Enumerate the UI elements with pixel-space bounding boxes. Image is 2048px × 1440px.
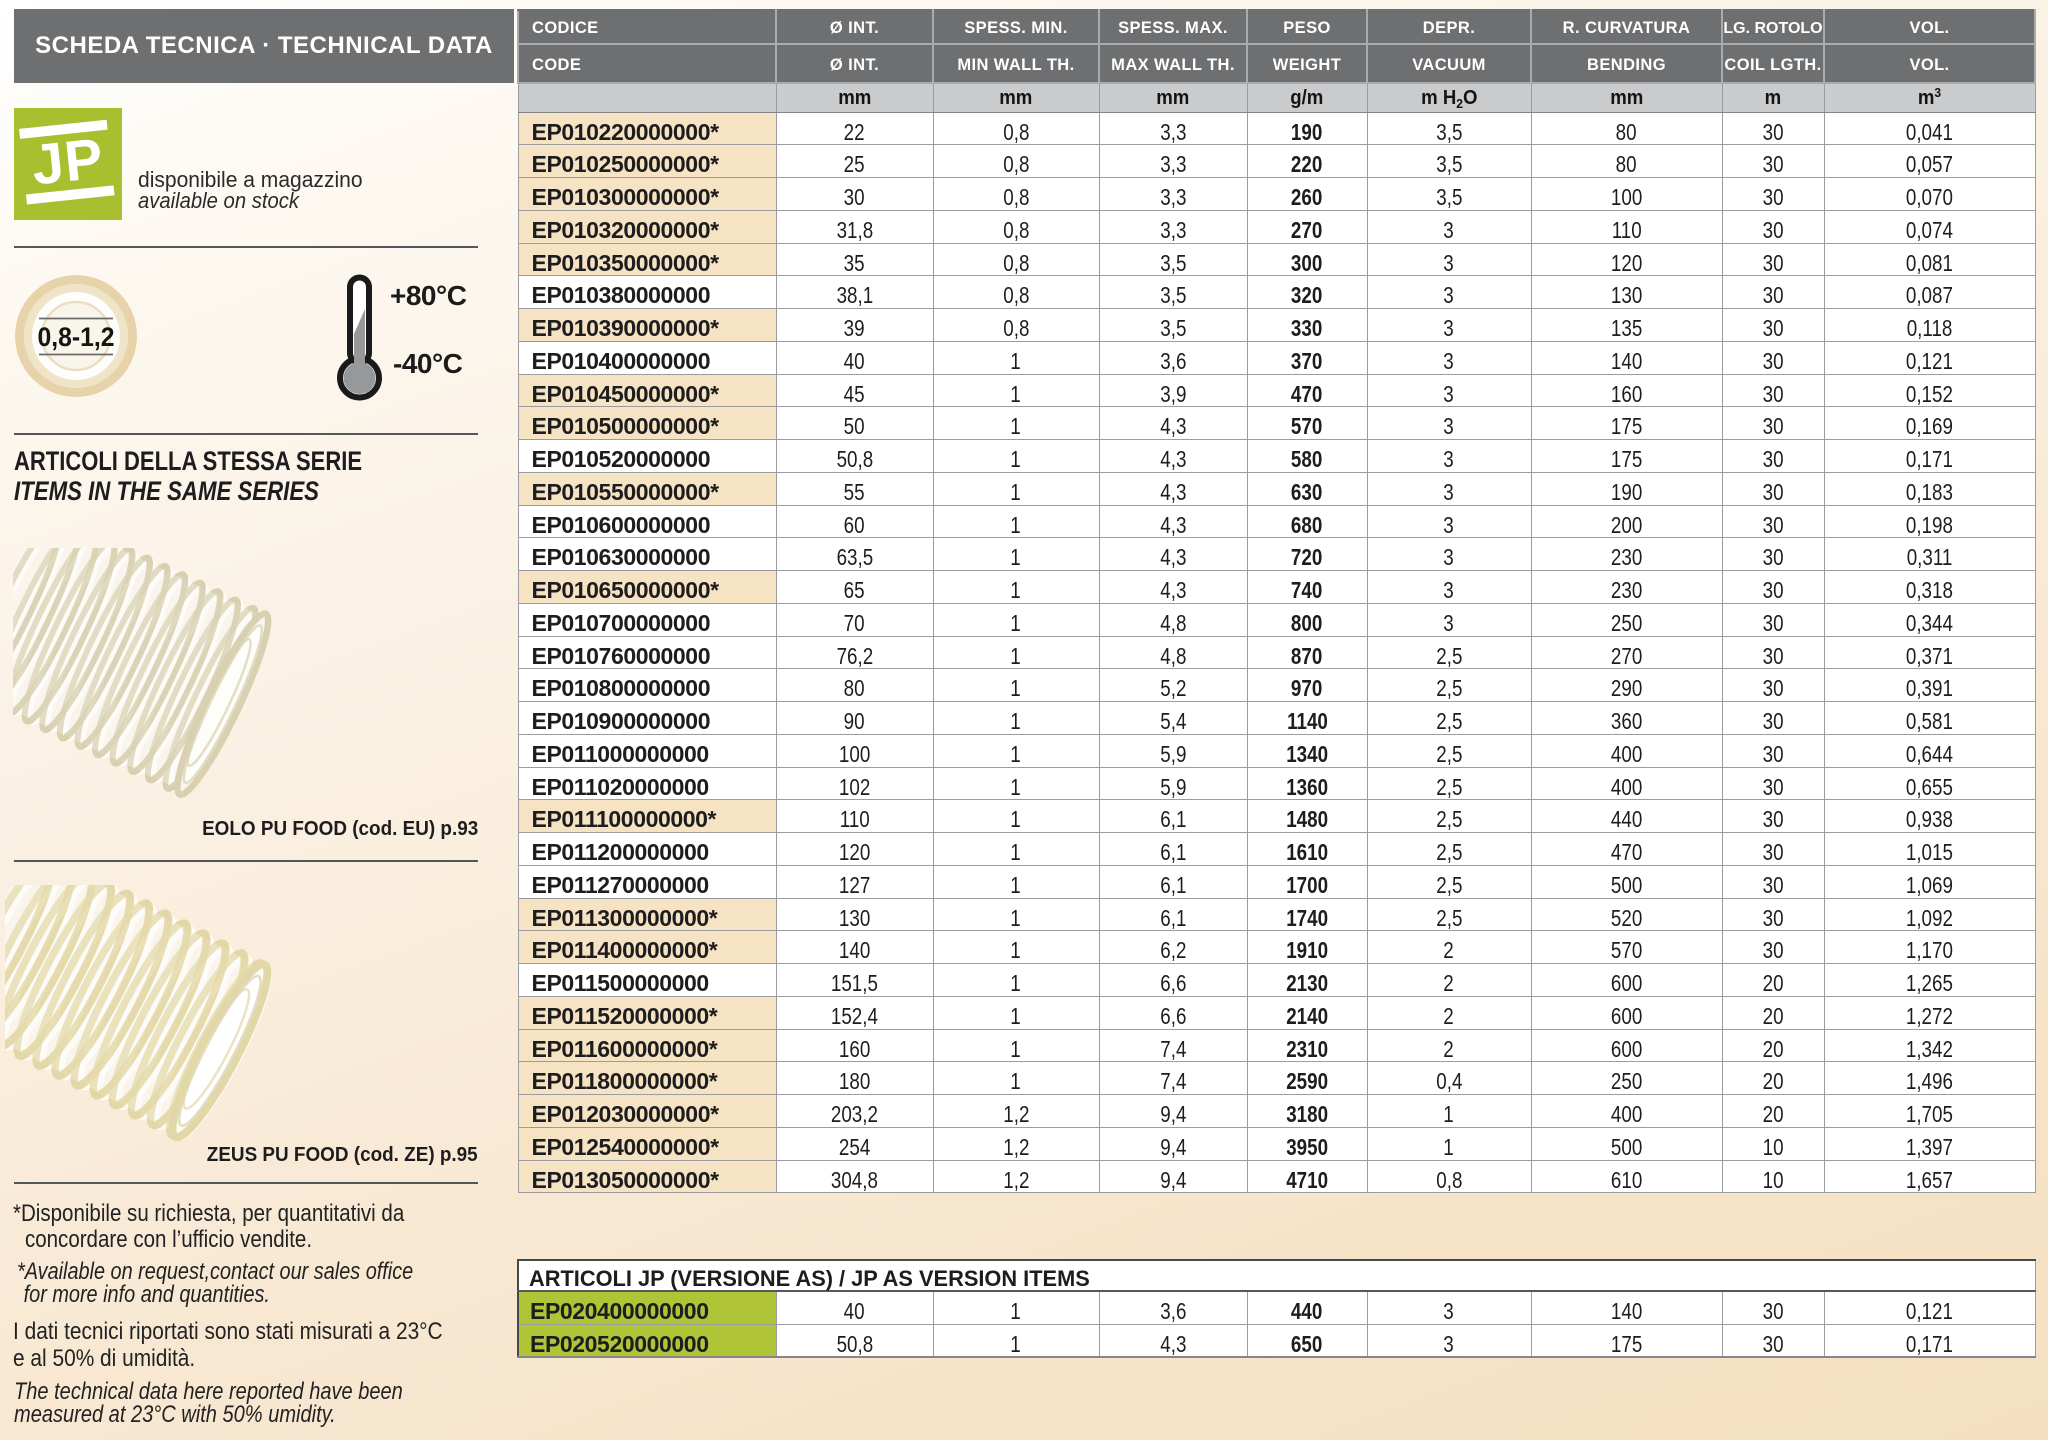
svg-text:0,8-1,2: 0,8-1,2 xyxy=(38,322,115,352)
svg-text:JP: JP xyxy=(29,126,107,197)
